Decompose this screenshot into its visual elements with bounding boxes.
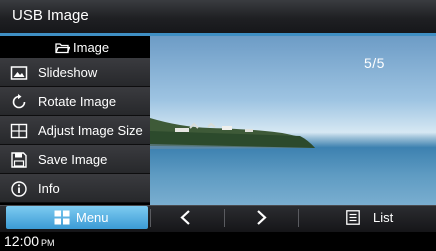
menu-item-label: Rotate Image	[38, 94, 117, 109]
usb-image-screen: USB Image Image 5/5 Slideshow Rotate Ima…	[0, 0, 436, 251]
resize-icon	[10, 123, 28, 139]
rotate-icon	[12, 94, 26, 109]
save-icon	[11, 152, 27, 168]
title-bar: USB Image	[0, 0, 436, 33]
menu-item-label: Slideshow	[38, 65, 98, 80]
toolbar-divider	[298, 209, 299, 227]
info-icon	[11, 181, 27, 197]
clock: 12:00 PM	[4, 233, 55, 249]
chevron-right-icon	[257, 210, 267, 225]
status-bar	[0, 232, 436, 251]
clock-ampm: PM	[41, 238, 55, 248]
menu-item-save-image[interactable]: Save Image	[0, 145, 150, 174]
menu-button-label: Menu	[76, 210, 109, 225]
menu-item-adjust-image-size[interactable]: Adjust Image Size	[0, 116, 150, 145]
side-menu: Slideshow Rotate Image Adjust Image Size	[0, 58, 150, 204]
menu-item-label: Info	[38, 181, 60, 196]
image-counter: 5/5	[364, 55, 385, 71]
chevron-left-icon	[180, 210, 190, 225]
menu-item-slideshow[interactable]: Slideshow	[0, 58, 150, 87]
folder-name: Image	[73, 40, 110, 55]
menu-item-label: Save Image	[38, 152, 108, 167]
folder-icon	[55, 43, 70, 54]
coastline-photo	[150, 118, 315, 149]
next-button[interactable]	[227, 206, 295, 229]
list-button[interactable]: List	[338, 206, 428, 229]
menu-button[interactable]: Menu	[6, 206, 148, 229]
slideshow-icon	[10, 66, 28, 80]
list-icon	[346, 210, 360, 225]
menu-item-label: Adjust Image Size	[38, 123, 143, 138]
list-button-label: List	[373, 210, 394, 225]
previous-button[interactable]	[153, 206, 221, 229]
menu-item-rotate-image[interactable]: Rotate Image	[0, 87, 150, 116]
photo-viewer[interactable]	[150, 36, 436, 205]
toolbar-divider	[150, 209, 151, 227]
clock-time: 12:00	[4, 233, 40, 249]
menu-item-info[interactable]: Info	[0, 174, 150, 203]
grid-icon	[54, 210, 70, 225]
page-title: USB Image	[12, 7, 89, 24]
toolbar-divider	[224, 209, 225, 227]
